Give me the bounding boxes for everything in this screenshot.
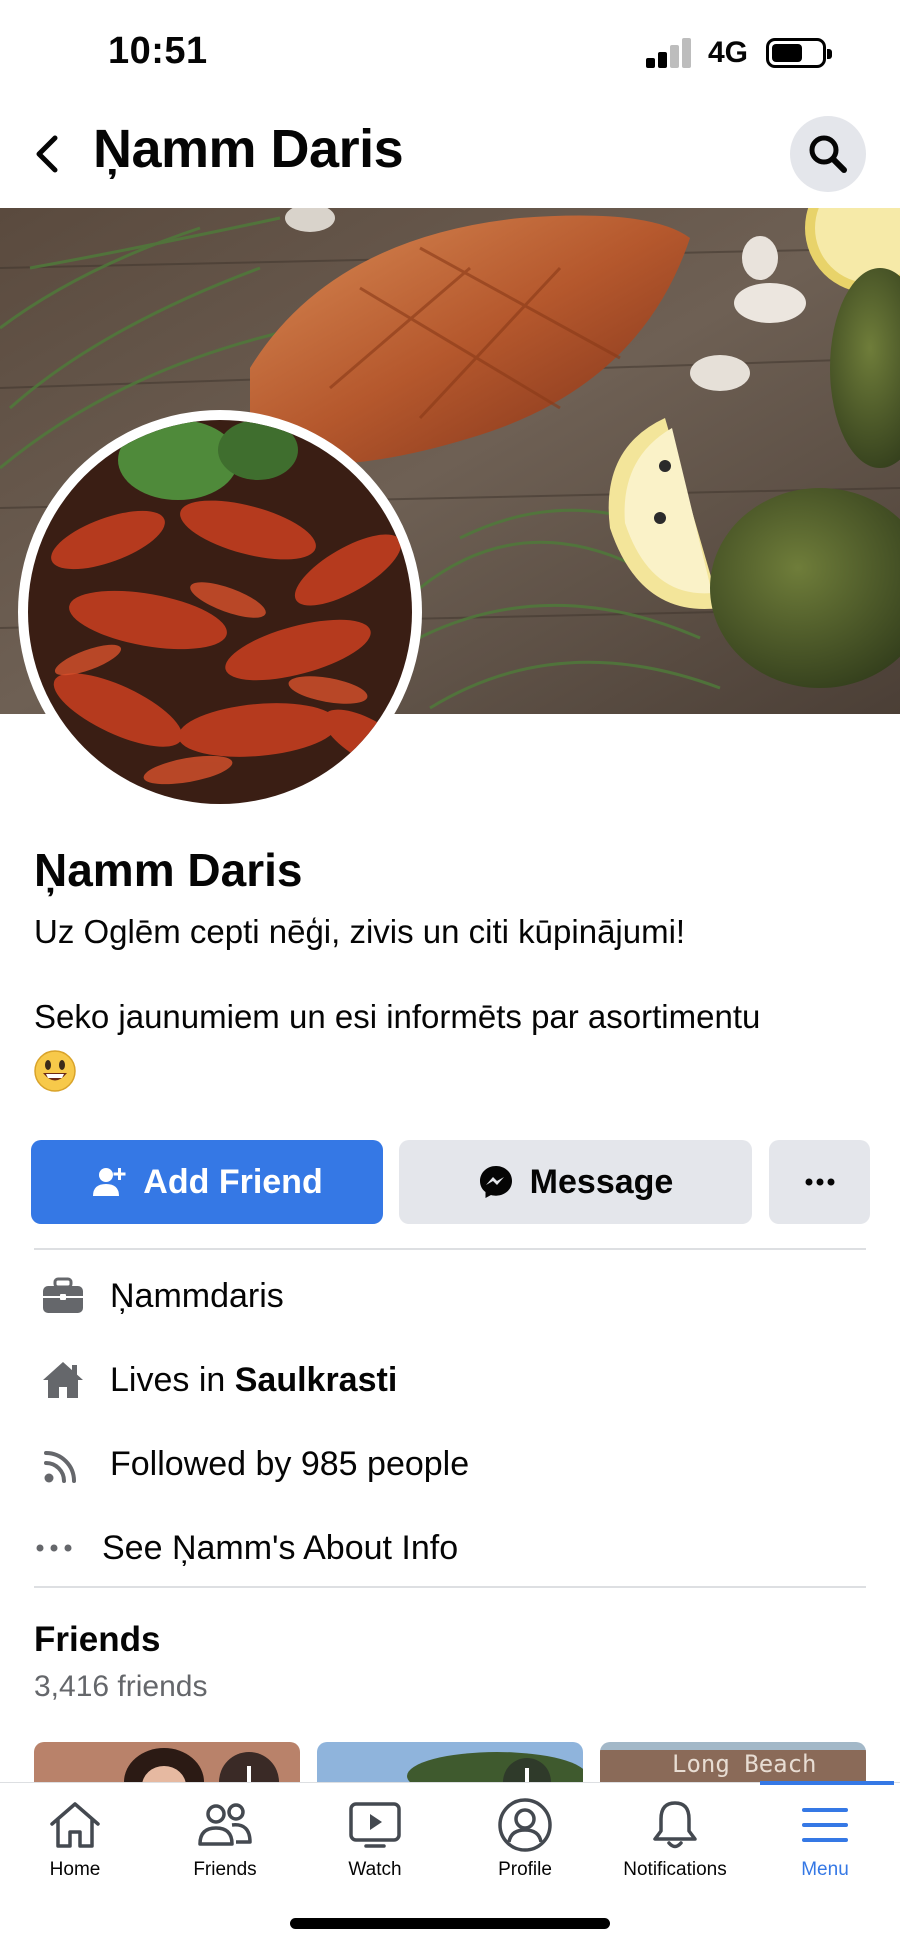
search-button[interactable] <box>790 116 866 192</box>
friends-count[interactable]: 3,416 friends <box>34 1670 207 1704</box>
friends-icon <box>198 1803 252 1846</box>
page-header: Ņamm Daris <box>0 100 900 208</box>
divider <box>34 1248 866 1250</box>
tab-label: Notifications <box>623 1859 727 1880</box>
more-dots-icon <box>805 1178 834 1186</box>
tab-label: Menu <box>801 1859 849 1880</box>
rss-icon <box>44 1451 76 1483</box>
bio-line-2: Seko jaunumiem un esi informēts par asor… <box>34 998 761 1035</box>
followers-label: Followed by 985 people <box>110 1444 470 1483</box>
chevron-left-icon <box>36 135 58 173</box>
status-time: 10:51 <box>108 30 208 72</box>
menu-icon <box>802 1808 848 1842</box>
tab-profile[interactable]: Profile <box>450 1783 600 1893</box>
status-bar: 10:51 4G <box>0 0 900 100</box>
messenger-icon <box>479 1166 512 1198</box>
back-button[interactable] <box>24 124 68 184</box>
bio-line-1: Uz Oglēm cepti nēģi, zivis un citi kūpin… <box>34 913 686 950</box>
friend-photo <box>317 1742 583 1782</box>
about-label: See Ņamm's About Info <box>102 1528 459 1567</box>
lives-prefix: Lives in <box>110 1360 235 1399</box>
friend-thumb[interactable]: Long Beach <box>600 1742 866 1782</box>
search-icon <box>809 135 847 173</box>
work-label: Ņammdaris <box>110 1276 284 1315</box>
tab-label: Friends <box>193 1859 257 1880</box>
detail-work[interactable]: Ņammdaris <box>34 1266 284 1326</box>
detail-about[interactable]: See Ņamm's About Info <box>34 1518 458 1578</box>
message-button[interactable]: Message <box>399 1140 752 1224</box>
network-label: 4G <box>708 36 749 69</box>
avatar-image <box>28 420 412 804</box>
profile-name: Ņamm Daris <box>34 844 303 896</box>
add-user-icon <box>93 1168 126 1196</box>
friends-title: Friends <box>34 1620 161 1659</box>
message-label: Message <box>529 1162 674 1201</box>
avatar[interactable] <box>28 420 412 804</box>
bell-icon <box>653 1801 697 1849</box>
detail-followers[interactable]: Followed by 985 people <box>34 1434 469 1494</box>
more-options-button[interactable] <box>769 1140 870 1224</box>
tab-label: Profile <box>498 1859 552 1880</box>
tab-menu[interactable]: Menu <box>750 1783 900 1893</box>
profile-icon <box>498 1798 552 1852</box>
divider <box>34 1586 866 1588</box>
tab-home[interactable]: Home <box>0 1783 150 1893</box>
friend-thumb[interactable] <box>34 1742 300 1782</box>
battery-icon <box>766 38 832 68</box>
friend-photo <box>34 1742 300 1782</box>
add-friend-label: Add Friend <box>143 1162 323 1201</box>
more-dots-icon <box>36 1544 72 1552</box>
signal-icon <box>646 38 694 68</box>
page-title: Ņamm Daris <box>93 119 404 179</box>
watch-icon <box>349 1802 401 1848</box>
tab-notifications[interactable]: Notifications <box>600 1783 750 1893</box>
tab-friends[interactable]: Friends <box>150 1783 300 1893</box>
tab-label: Home <box>49 1859 101 1880</box>
briefcase-icon <box>43 1277 83 1313</box>
tab-watch[interactable]: Watch <box>300 1783 450 1893</box>
thumb-sign-text: Long Beach <box>672 1750 817 1778</box>
friend-thumb[interactable] <box>317 1742 583 1782</box>
smiley-emoji <box>34 1050 76 1092</box>
add-friend-button[interactable]: Add Friend <box>31 1140 383 1224</box>
home-location-icon <box>43 1362 83 1398</box>
detail-lives[interactable]: Lives in Saulkrasti <box>34 1350 397 1410</box>
tab-label: Watch <box>348 1859 402 1880</box>
home-indicator <box>290 1918 610 1929</box>
lives-place[interactable]: Saulkrasti <box>235 1361 398 1400</box>
home-icon <box>50 1802 100 1848</box>
